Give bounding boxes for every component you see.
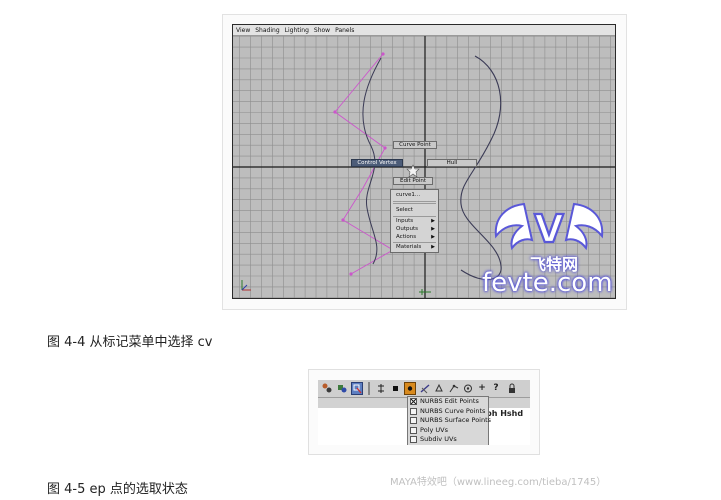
marking-menu-control-vertex[interactable]: Control Vertex [351, 159, 403, 167]
checkbox-icon [410, 417, 417, 424]
maya-status-toolbar: + ? ph Hshd NURBS Edit Points NURBS Curv… [318, 380, 530, 445]
footer-watermark: MAYA特效吧（www.lineeg.com/tieba/1745） [390, 477, 607, 488]
menu-show[interactable]: Show [314, 25, 330, 35]
option-subdiv-uvs[interactable]: Subdiv UVs [410, 435, 457, 444]
option-nurbs-edit-points[interactable]: NURBS Edit Points [410, 397, 479, 406]
object-context-menu: curve1... Select Inputs ▶ Outputs ▶ Action… [390, 189, 439, 253]
context-object-name[interactable]: curve1... [396, 192, 436, 199]
checkbox-icon [410, 407, 417, 415]
context-item-select[interactable]: Select [396, 207, 436, 214]
toolbar-separator [368, 382, 370, 395]
toolbar-truncated-text: ph Hshd [486, 409, 524, 418]
context-item-inputs[interactable]: Inputs ▶ [396, 218, 436, 225]
watermark-site: fevte.com [482, 268, 613, 298]
checkbox-checked-icon [410, 398, 417, 405]
select-by-object-icon[interactable] [336, 382, 348, 395]
option-nurbs-surface-points[interactable]: NURBS Surface Points [410, 416, 491, 425]
menu-view[interactable]: View [236, 25, 250, 35]
context-item-materials[interactable]: Materials ▶ [396, 244, 436, 251]
checkbox-icon [410, 436, 417, 443]
submenu-arrow-icon: ▶ [431, 226, 435, 232]
hull-mask-icon[interactable] [433, 382, 445, 395]
marking-menu-edit-point[interactable]: Edit Point [393, 177, 433, 185]
handle-mask-icon[interactable] [462, 382, 474, 395]
watermark-v-letter: V [534, 207, 564, 251]
menu-panels[interactable]: Panels [335, 25, 354, 35]
context-item-outputs[interactable]: Outputs ▶ [396, 226, 436, 233]
option-poly-uvs[interactable]: Poly UVs [410, 426, 448, 435]
points-mask-icon[interactable] [375, 382, 387, 395]
menu-shading[interactable]: Shading [255, 25, 279, 35]
edit-point-mask-icon[interactable] [404, 382, 416, 395]
question-mark-icon[interactable]: ? [490, 382, 502, 395]
figure-4-4-caption: 图 4-4 从标记菜单中选择 cv [47, 335, 213, 350]
lines-mask-icon[interactable] [419, 382, 431, 395]
edit-point-mask-dropdown: NURBS Edit Points NURBS Curve Points NUR… [407, 396, 491, 445]
submenu-arrow-icon: ▶ [431, 218, 435, 224]
param-points-mask-icon[interactable] [390, 382, 402, 395]
viewport-menubar: View Shading Lighting Show Panels [233, 25, 615, 36]
lock-icon[interactable] [506, 382, 518, 395]
option-nurbs-curve-points[interactable]: NURBS Curve Points [410, 407, 485, 416]
figure-4-5-caption: 图 4-5 ep 点的选取状态 [47, 482, 188, 497]
context-item-actions[interactable]: Actions ▶ [396, 234, 436, 241]
plus-mask-icon[interactable]: + [476, 382, 488, 395]
marking-menu-hull[interactable]: Hull [427, 159, 477, 167]
select-by-component-icon[interactable] [351, 382, 363, 395]
axis-gizmo-icon [241, 280, 251, 291]
pivot-mask-icon[interactable] [448, 382, 460, 395]
submenu-arrow-icon: ▶ [431, 234, 435, 240]
submenu-arrow-icon: ▶ [431, 244, 435, 250]
marking-menu-curve-point[interactable]: Curve Point [393, 141, 437, 149]
menu-lighting[interactable]: Lighting [285, 25, 309, 35]
checkbox-icon [410, 426, 417, 434]
select-by-hierarchy-icon[interactable] [321, 382, 333, 395]
